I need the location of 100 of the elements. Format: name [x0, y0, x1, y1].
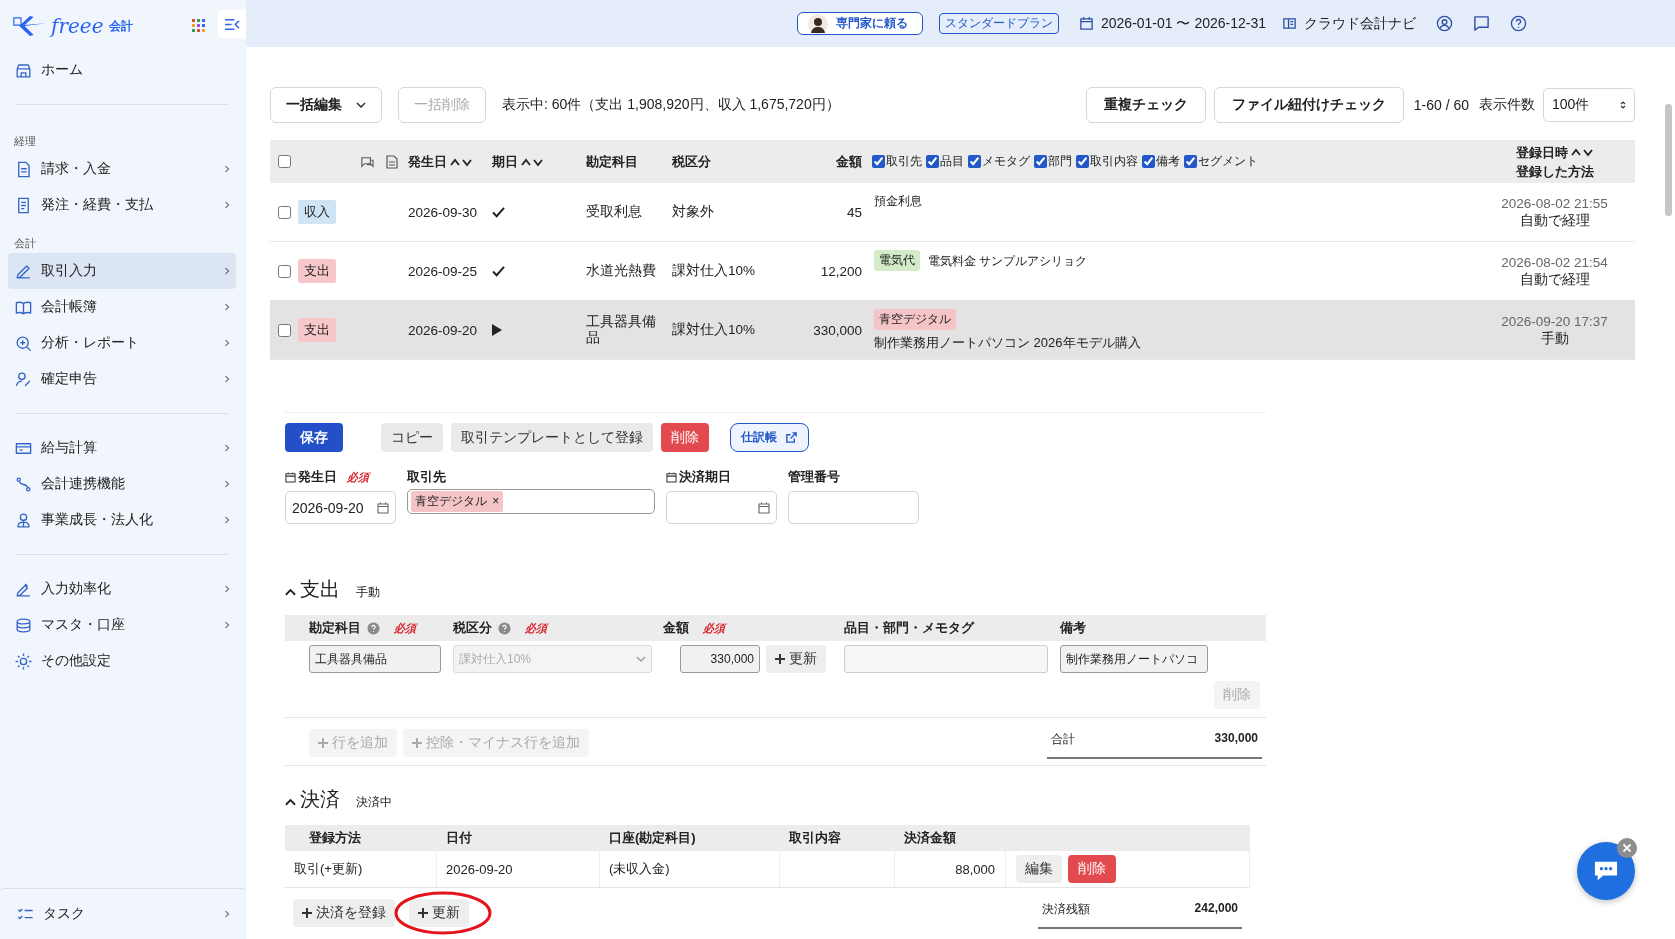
date-cell: 2026-09-25 [408, 263, 478, 279]
sidebar-item[interactable]: 給与計算 [8, 430, 236, 466]
column-header: 取引内容 [789, 829, 841, 847]
collapse-icon[interactable] [285, 797, 296, 806]
column-header: 税区分 [453, 619, 511, 637]
input-field[interactable] [788, 491, 919, 524]
close-icon[interactable] [1617, 838, 1637, 858]
row-checkbox[interactable] [277, 205, 291, 219]
select-arrows-icon [1620, 100, 1626, 110]
row-background[interactable] [270, 301, 1635, 359]
expert-button[interactable]: 専門家に頼る [797, 12, 923, 35]
row-checkbox[interactable] [277, 264, 291, 278]
column-checkbox[interactable] [1076, 155, 1089, 168]
message-icon[interactable] [1473, 15, 1490, 32]
column-header: 備考 [1060, 619, 1086, 637]
logo[interactable]: freee 会計 [12, 14, 134, 38]
sidebar-item[interactable]: ホーム [8, 52, 236, 88]
add-settlement-button[interactable]: 決済を登録 [293, 898, 395, 927]
help-icon[interactable] [498, 621, 511, 635]
description-text: 制作業務用ノートパソコン 2026年モデル購入 [874, 334, 1142, 352]
partner-field[interactable]: 青空デジタル × [407, 489, 655, 514]
sidebar-item[interactable]: 請求・入金 [8, 151, 236, 187]
section-heading: 経理 [13, 134, 37, 149]
play-icon[interactable] [492, 324, 502, 336]
note-field[interactable]: 制作業務用ノートパソコ [1060, 645, 1208, 673]
column-checkbox[interactable] [872, 155, 885, 168]
column-header: 税区分 [672, 152, 711, 171]
sidebar-item[interactable]: 会計連携機能 [8, 466, 236, 502]
table-cell: 2026-09-20 [446, 861, 513, 877]
journal-link-button[interactable]: 仕訳帳 [730, 423, 809, 452]
calendar-icon[interactable] [377, 501, 389, 514]
bulk-edit-button[interactable]: 一括編集 [270, 87, 382, 123]
per-page-select[interactable]: 100件 [1543, 88, 1635, 122]
chat-button[interactable] [1577, 842, 1635, 900]
column-checkbox[interactable] [968, 155, 981, 168]
sidebar-item[interactable]: マスタ・口座 [8, 607, 236, 643]
plus-icon [318, 737, 328, 748]
help-icon[interactable] [367, 621, 380, 635]
sidebar-item[interactable]: 発注・経費・支払 [8, 187, 236, 223]
edit-button[interactable]: 編集 [1016, 855, 1062, 883]
caret-icon [636, 656, 646, 662]
column-checkbox[interactable] [1184, 155, 1197, 168]
update-button[interactable]: 更新 [766, 645, 826, 673]
select-all-checkbox[interactable] [277, 155, 291, 168]
sort-icon[interactable] [521, 156, 543, 167]
column-checkbox[interactable] [1142, 155, 1155, 168]
account-field[interactable]: 工具器具備品 [309, 645, 441, 673]
chat-icon [1592, 859, 1620, 883]
scrollbar-thumb[interactable] [1665, 104, 1672, 216]
date-field[interactable]: 2026-09-20 [285, 491, 396, 524]
sidebar-item[interactable]: 事業成長・法人化 [8, 502, 236, 538]
calendar-icon[interactable] [758, 501, 770, 514]
column-header[interactable]: 登録日時 [1516, 143, 1593, 161]
check-button[interactable]: 重複チェック [1085, 87, 1206, 123]
fiscal-period[interactable]: 2026-01-01 〜 2026-12-31 [1101, 14, 1266, 33]
sidebar-item[interactable]: 会計帳簿 [8, 289, 236, 325]
required-label: 必須 [525, 620, 547, 636]
field-label: 発生日 [298, 468, 337, 486]
user-icon[interactable] [1436, 15, 1453, 32]
checkbox-label: 取引内容 [1090, 153, 1138, 170]
collapse-menu-icon [223, 17, 241, 31]
check-button[interactable]: ファイル紐付けチェック [1213, 87, 1404, 123]
table-cell: 取引(+更新) [294, 860, 363, 878]
sidebar-item[interactable]: 分析・レポート [8, 325, 236, 361]
sidebar-item[interactable]: 取引入力 [8, 253, 236, 289]
column-header[interactable]: 発生日 [408, 152, 472, 171]
field-label: 管理番号 [788, 468, 840, 486]
column-checkbox[interactable] [926, 155, 939, 168]
amount-field[interactable]: 330,000 [680, 645, 760, 673]
add-settlement-button[interactable]: 更新 [409, 898, 469, 927]
collapse-menu-button[interactable] [218, 10, 246, 38]
required-label: 必須 [347, 469, 369, 485]
action-button[interactable]: 削除 [661, 423, 709, 452]
app-grid-icon[interactable] [192, 19, 206, 33]
type-badge: 支出 [298, 318, 336, 342]
action-button[interactable]: コピー [381, 423, 443, 452]
product-name: 会計 [109, 17, 134, 35]
document-icon [386, 154, 398, 169]
sidebar-item[interactable]: 確定申告 [8, 361, 236, 397]
sidebar-item[interactable]: 入力効率化 [8, 571, 236, 607]
column-checkbox[interactable] [1034, 155, 1047, 168]
sidebar-item[interactable]: その他設定 [8, 643, 236, 679]
help-icon[interactable] [1510, 15, 1527, 32]
sort-icon[interactable] [450, 156, 472, 167]
column-header[interactable]: 期日 [492, 152, 543, 171]
tags-field[interactable] [844, 645, 1048, 673]
navi-link[interactable]: クラウド会計ナビ [1304, 14, 1416, 33]
column-header: 勘定科目 [586, 152, 638, 171]
action-button[interactable]: 取引テンプレートとして登録 [451, 423, 653, 452]
registered-time: 2026-09-20 17:37 [1501, 313, 1608, 330]
row-checkbox[interactable] [277, 323, 291, 337]
sort-icon[interactable] [1571, 147, 1593, 157]
action-button[interactable]: 保存 [285, 423, 343, 452]
collapse-icon[interactable] [285, 587, 296, 596]
column-header: 金額 [836, 152, 862, 171]
delete-button[interactable]: 削除 [1068, 855, 1116, 883]
chevron-right-icon [224, 267, 230, 275]
section-title: 支出 [300, 577, 340, 602]
date-field[interactable] [666, 491, 777, 524]
comment-icon [360, 155, 374, 168]
